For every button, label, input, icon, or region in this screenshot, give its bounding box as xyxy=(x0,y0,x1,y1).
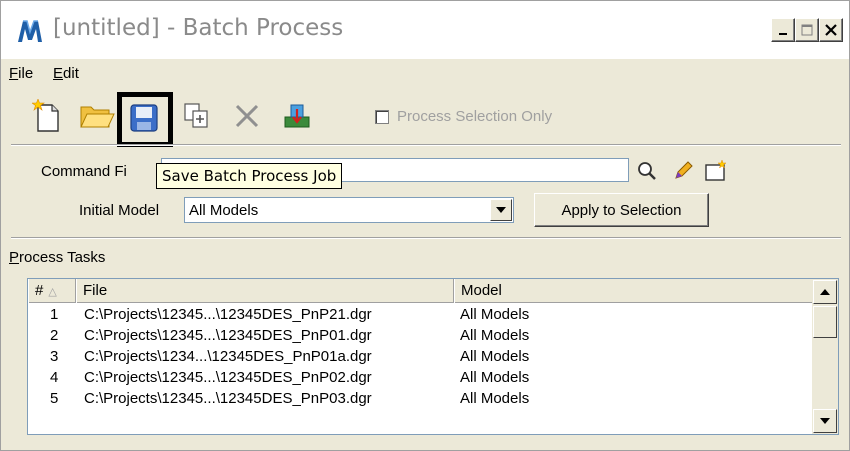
add-copy-button[interactable] xyxy=(177,96,217,136)
save-button[interactable] xyxy=(126,100,162,136)
new-button[interactable] xyxy=(27,96,67,136)
row-model: All Models xyxy=(460,369,530,386)
vertical-scrollbar[interactable] xyxy=(812,279,838,434)
table-row[interactable]: 2 C:\Projects\12345...\12345DES_PnP01.dg… xyxy=(28,325,812,346)
column-header-file[interactable]: File xyxy=(76,279,454,303)
scrollbar-thumb[interactable] xyxy=(813,306,837,338)
arrow-down-icon xyxy=(820,418,830,424)
row-number: 1 xyxy=(50,306,59,323)
batch-process-app-icon xyxy=(15,16,45,46)
sort-ascending-icon: △ xyxy=(48,286,57,298)
table-row[interactable]: 1 C:\Projects\12345...\12345DES_PnP21.dg… xyxy=(28,304,812,325)
menu-bar: File Edit xyxy=(1,61,849,85)
row-model: All Models xyxy=(460,390,530,407)
initial-model-label: Initial Model xyxy=(79,202,160,219)
separator xyxy=(11,144,841,146)
maximize-button[interactable] xyxy=(795,18,819,42)
delete-button[interactable] xyxy=(227,96,267,136)
save-disk-icon xyxy=(130,104,158,132)
column-header-model[interactable]: Model xyxy=(454,279,812,303)
process-tasks-label: Process Tasks xyxy=(9,249,106,266)
pencil-icon xyxy=(675,161,693,179)
new-document-icon xyxy=(705,160,727,181)
run-batch-icon xyxy=(284,104,310,128)
window-title: [untitled] - Batch Process xyxy=(53,15,344,41)
apply-to-selection-button[interactable]: Apply to Selection xyxy=(534,193,709,227)
run-batch-button[interactable] xyxy=(277,96,317,136)
process-tasks-list[interactable]: # △ File Model 1 C:\Projects\12345...\123… xyxy=(27,278,839,435)
row-file: C:\Projects\12345...\12345DES_PnP21.dgr xyxy=(84,306,372,323)
row-number: 4 xyxy=(50,369,59,386)
process-selection-label: Process Selection Only xyxy=(397,108,553,125)
table-row[interactable]: 5 C:\Projects\12345...\12345DES_PnP03.dg… xyxy=(28,388,812,409)
menu-file[interactable]: File xyxy=(9,65,33,82)
row-file: C:\Projects\1234...\12345DES_PnP01a.dgr xyxy=(84,348,372,365)
delete-x-icon xyxy=(235,104,259,128)
initial-model-value: All Models xyxy=(189,202,259,219)
scroll-up-button[interactable] xyxy=(813,280,837,304)
separator xyxy=(11,237,841,239)
save-tooltip: Save Batch Process Job xyxy=(156,163,343,189)
row-number: 3 xyxy=(50,348,59,365)
process-selection-checkbox[interactable]: Process Selection Only xyxy=(375,108,552,125)
list-header: # △ File Model xyxy=(28,279,812,303)
minimize-button[interactable] xyxy=(771,18,795,42)
new-command-file-button[interactable] xyxy=(701,159,729,183)
row-model: All Models xyxy=(460,348,530,365)
column-header-number-label: # xyxy=(35,282,44,299)
minimize-icon xyxy=(779,33,787,35)
search-icon xyxy=(638,162,656,180)
row-model: All Models xyxy=(460,306,530,323)
scroll-down-button[interactable] xyxy=(813,409,837,433)
row-file: C:\Projects\12345...\12345DES_PnP03.dgr xyxy=(84,390,372,407)
command-file-label: Command Fi xyxy=(41,163,127,180)
row-file: C:\Projects\12345...\12345DES_PnP02.dgr xyxy=(84,369,372,386)
close-icon xyxy=(825,24,837,36)
row-number: 2 xyxy=(50,327,59,344)
open-folder-icon xyxy=(80,106,115,128)
checkbox-box[interactable] xyxy=(375,109,389,124)
copy-add-icon xyxy=(184,103,208,128)
toolbar: Process Selection Only xyxy=(1,88,849,147)
arrow-up-icon xyxy=(820,289,830,295)
initial-model-select[interactable]: All Models xyxy=(184,197,514,223)
title-bar[interactable]: [untitled] - Batch Process xyxy=(1,1,849,59)
new-file-icon xyxy=(32,99,59,132)
table-row[interactable]: 4 C:\Projects\12345...\12345DES_PnP02.dg… xyxy=(28,367,812,388)
open-button[interactable] xyxy=(77,96,117,136)
row-number: 5 xyxy=(50,390,59,407)
table-row[interactable]: 3 C:\Projects\1234...\12345DES_PnP01a.dg… xyxy=(28,346,812,367)
row-file: C:\Projects\12345...\12345DES_PnP01.dgr xyxy=(84,327,372,344)
dropdown-button[interactable] xyxy=(490,199,512,221)
row-model: All Models xyxy=(460,327,530,344)
batch-process-window: [untitled] - Batch Process File Edit Pro… xyxy=(0,0,850,451)
browse-search-button[interactable] xyxy=(635,159,659,183)
column-header-number[interactable]: # △ xyxy=(28,279,76,303)
list-rows: 1 C:\Projects\12345...\12345DES_PnP21.dg… xyxy=(28,304,812,409)
chevron-down-icon xyxy=(496,207,506,213)
edit-file-button[interactable] xyxy=(671,159,695,183)
menu-edit[interactable]: Edit xyxy=(53,65,79,82)
close-button[interactable] xyxy=(819,18,843,42)
maximize-icon xyxy=(801,24,813,36)
